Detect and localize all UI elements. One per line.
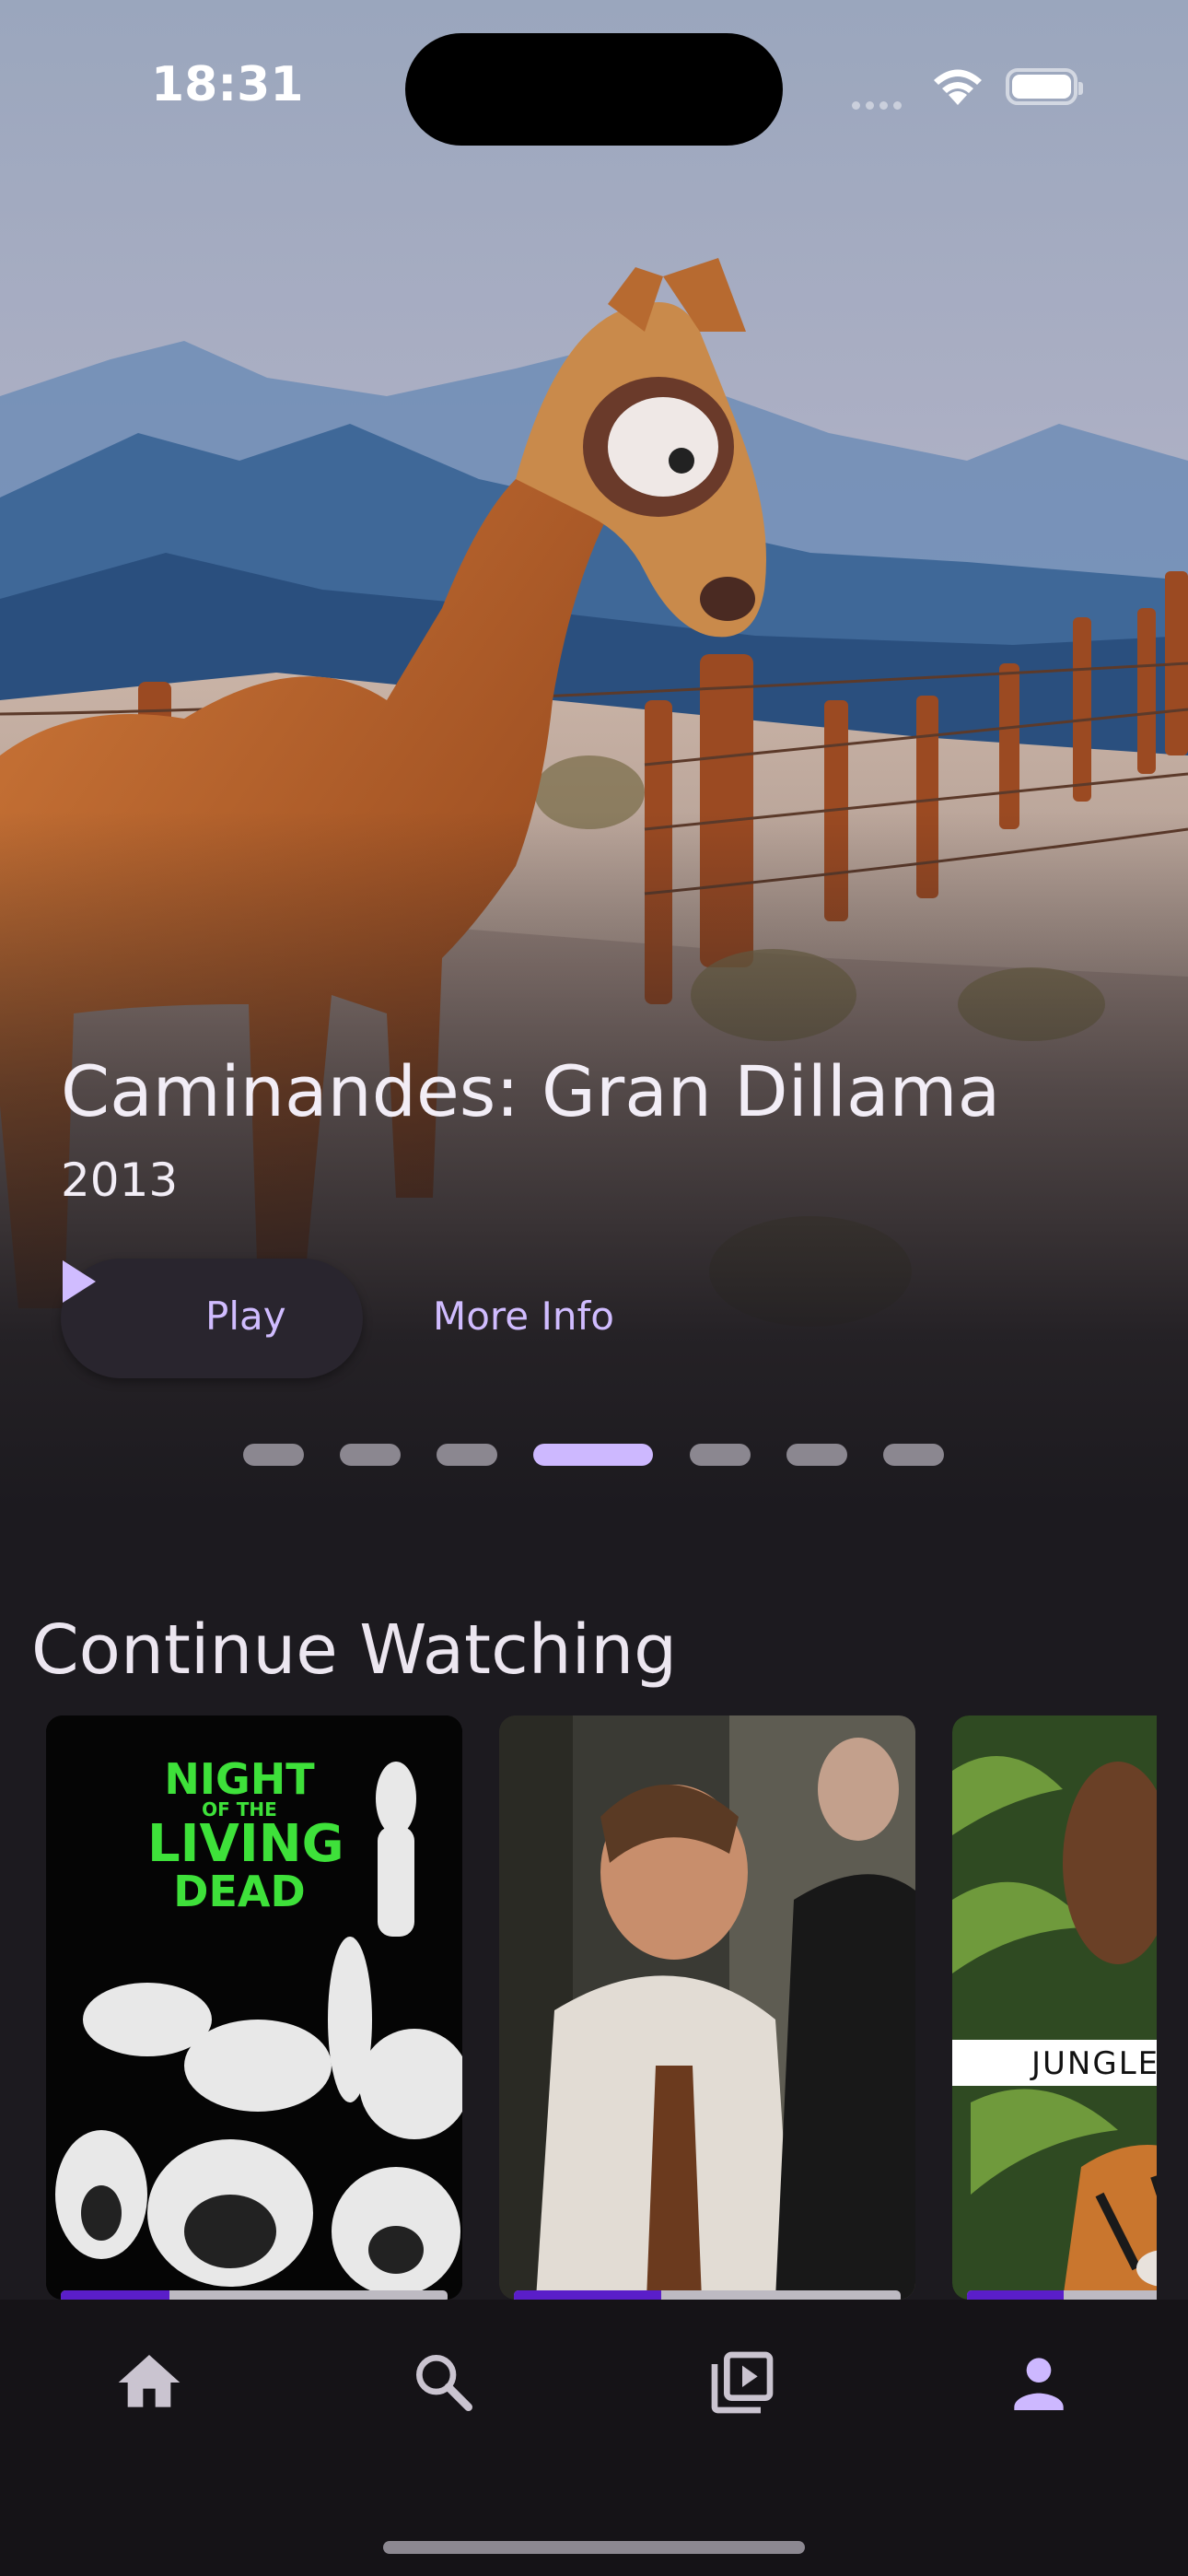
media-card[interactable]: NIGHT OF THE LIVING DEAD bbox=[46, 1715, 462, 2300]
watch-progress-bar bbox=[514, 2290, 901, 2300]
hero-year: 2013 bbox=[61, 1153, 179, 1207]
video-library-icon bbox=[711, 2351, 774, 2414]
home-icon bbox=[118, 2355, 181, 2407]
play-button-label: Play bbox=[205, 1294, 286, 1339]
play-button[interactable]: Play bbox=[61, 1259, 363, 1378]
watch-progress-fill bbox=[514, 2290, 661, 2300]
cellular-signal-icon bbox=[852, 96, 907, 113]
media-card[interactable] bbox=[499, 1715, 915, 2300]
media-card[interactable]: JUNGLE bbox=[952, 1715, 1157, 2300]
watch-progress-fill bbox=[967, 2290, 1064, 2300]
carousel-dot[interactable] bbox=[340, 1444, 401, 1466]
watch-progress-fill bbox=[61, 2290, 169, 2300]
search-icon bbox=[416, 2355, 472, 2411]
nav-library[interactable] bbox=[705, 2346, 779, 2419]
watch-progress-bar bbox=[967, 2290, 1157, 2300]
status-time: 18:31 bbox=[151, 57, 304, 112]
poster-title-art: JUNGLE bbox=[1031, 2045, 1157, 2082]
continue-watching-title: Continue Watching bbox=[31, 1610, 678, 1690]
battery-icon bbox=[1006, 68, 1083, 105]
play-icon bbox=[63, 1260, 96, 1303]
continue-watching-carousel[interactable]: NIGHT OF THE LIVING DEAD JUNGLE bbox=[0, 1715, 1157, 2300]
home-indicator[interactable] bbox=[383, 2541, 805, 2554]
carousel-dot[interactable] bbox=[690, 1444, 751, 1466]
carousel-dot-active[interactable] bbox=[533, 1444, 653, 1466]
wifi-icon bbox=[934, 69, 982, 105]
watch-progress-bar bbox=[61, 2290, 448, 2300]
nav-search[interactable] bbox=[407, 2346, 481, 2419]
person-icon bbox=[1014, 2358, 1064, 2410]
poster-image bbox=[952, 1715, 1157, 2300]
carousel-dot[interactable] bbox=[786, 1444, 847, 1466]
carousel-dot[interactable] bbox=[437, 1444, 497, 1466]
poster-image bbox=[499, 1715, 915, 2300]
dynamic-island bbox=[405, 33, 783, 146]
carousel-dot[interactable] bbox=[883, 1444, 944, 1466]
poster-title-art: NIGHT OF THE LIVING DEAD bbox=[147, 1754, 344, 1916]
more-info-button[interactable]: More Info bbox=[433, 1294, 614, 1339]
carousel-dot[interactable] bbox=[243, 1444, 304, 1466]
hero-title: Caminandes: Gran Dillama bbox=[61, 1050, 1001, 1132]
bottom-navigation-bar bbox=[0, 2300, 1188, 2576]
nav-home[interactable] bbox=[112, 2346, 186, 2419]
hero-banner[interactable]: Caminandes: Gran Dillama 2013 Play More … bbox=[0, 0, 1188, 1529]
nav-profile[interactable] bbox=[1002, 2346, 1076, 2419]
poster-title-band: JUNGLE bbox=[952, 2040, 1157, 2086]
